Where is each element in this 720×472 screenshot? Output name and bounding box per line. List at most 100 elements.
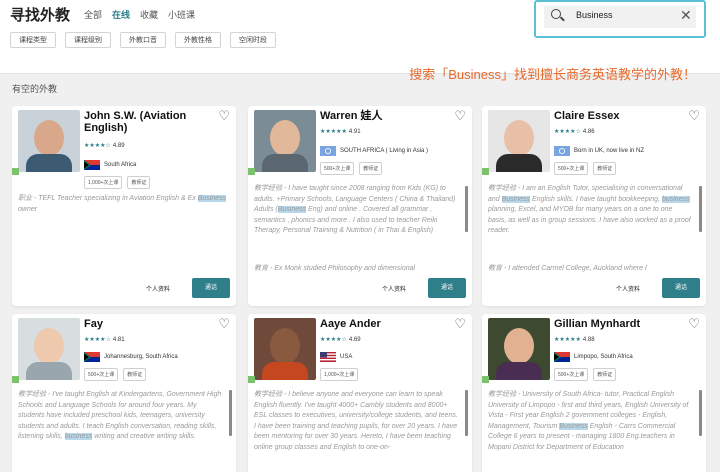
star-icons: ★★★★☆	[554, 129, 581, 135]
teacher-bio: 教学经验 - I am an English Tutor, specialisi…	[488, 185, 691, 234]
teacher-card[interactable]: Claire Essex ♡ ★★★★☆ 4.86 Born in UK, now…	[482, 106, 706, 306]
teacher-bio: 教学经验 - I've taught English at Kindergart…	[18, 391, 222, 440]
bio-scrollbar[interactable]	[699, 186, 702, 232]
teacher-country: Johannesburg, South Africa	[104, 354, 178, 360]
star-icons: ★★★★☆	[84, 143, 111, 149]
usa-flag-icon	[320, 352, 336, 362]
star-icons: ★★★★★	[320, 129, 347, 135]
rating-value: 4.81	[112, 337, 125, 343]
lessons-badge: 500+次上课	[554, 162, 589, 175]
filter-course-type[interactable]: 课程类型	[10, 32, 56, 48]
search-panel: Business ✕	[534, 0, 706, 38]
rating: ★★★★☆ 4.81	[84, 336, 125, 343]
profile-link[interactable]: 个人资料	[382, 284, 406, 293]
profile-link[interactable]: 个人资料	[146, 284, 170, 293]
avatar	[18, 318, 80, 380]
rating-value: 4.88	[582, 337, 595, 343]
avatar	[488, 318, 550, 380]
teacher-name[interactable]: Warren 娃人	[320, 110, 438, 122]
un-flag-icon	[320, 146, 336, 156]
teacher-name[interactable]: John S.W. (Aviation English)	[84, 110, 202, 134]
favorite-heart-icon[interactable]: ♡	[454, 108, 466, 124]
bio-scrollbar[interactable]	[229, 390, 232, 436]
teacher-country: Born in UK, now live in NZ	[574, 148, 645, 154]
filter-personality[interactable]: 外教性格	[175, 32, 221, 48]
teacher-education: 教育 - I attended Carmel College, Auckland…	[488, 265, 647, 272]
teacher-card[interactable]: Warren 娃人 ♡ ★★★★★ 4.91 SOUTH AFRICA ( Liv…	[248, 106, 472, 306]
tab-all[interactable]: 全部	[84, 8, 102, 21]
chat-button[interactable]: 通话	[662, 278, 700, 298]
favorite-heart-icon[interactable]: ♡	[218, 316, 230, 332]
avatar	[18, 110, 80, 172]
teacher-card[interactable]: Aaye Ander ♡ ★★★★☆ 4.69 USA 1,000+次上课 教学经…	[248, 314, 472, 472]
online-indicator	[482, 168, 489, 175]
chat-button[interactable]: 通话	[192, 278, 230, 298]
filter-accent[interactable]: 外教口音	[120, 32, 166, 48]
tab-online[interactable]: 在线	[112, 8, 130, 21]
clear-icon[interactable]: ✕	[680, 7, 692, 24]
badges: 1,000+次上课	[320, 368, 359, 381]
teacher-name[interactable]: Gillian Mynhardt	[554, 318, 672, 330]
un-flag-icon	[554, 146, 570, 156]
filter-availability[interactable]: 空闲时段	[230, 32, 276, 48]
teacher-name[interactable]: Aaye Ander	[320, 318, 438, 330]
filter-course-level[interactable]: 课程级别	[65, 32, 111, 48]
teacher-card[interactable]: Gillian Mynhardt ♡ ★★★★★ 4.88 Limpopo, So…	[482, 314, 706, 472]
badges: 1,000+次上课 教师证	[84, 176, 151, 189]
star-icons: ★★★★★	[554, 337, 581, 343]
teacher-country: SOUTH AFRICA ( Living in Asia )	[340, 148, 429, 154]
teacher-country: USA	[340, 354, 353, 360]
search-query[interactable]: Business	[576, 10, 613, 20]
tab-favorites[interactable]: 收藏	[140, 8, 158, 21]
online-indicator	[248, 376, 255, 383]
chat-button[interactable]: 通话	[428, 278, 466, 298]
online-indicator	[482, 376, 489, 383]
south-africa-flag-icon	[84, 160, 100, 170]
teacher-name[interactable]: Claire Essex	[554, 110, 672, 122]
tab-small-class[interactable]: 小班课	[168, 8, 195, 21]
online-indicator	[12, 376, 19, 383]
bio-scrollbar[interactable]	[465, 186, 468, 232]
badges: 500+次上课 教师证	[554, 368, 617, 381]
teacher-education: 教育 - Ex Monk studied Philosophy and dime…	[254, 265, 416, 272]
south-africa-flag-icon	[554, 352, 570, 362]
rating-value: 4.69	[348, 337, 361, 343]
rating: ★★★★★ 4.88	[554, 336, 595, 343]
favorite-heart-icon[interactable]: ♡	[454, 316, 466, 332]
badges: 500+次上课 教师证	[320, 162, 383, 175]
teacher-bio: 教学经验 - I believe anyone and everyone can…	[254, 391, 458, 451]
profile-link[interactable]: 个人资料	[616, 284, 640, 293]
lessons-badge: 500+次上课	[320, 162, 355, 175]
rating-value: 4.86	[582, 129, 595, 135]
certificate-badge: 教师证	[593, 368, 617, 381]
section-title: 有空的外教	[12, 84, 58, 94]
avatar	[254, 110, 316, 172]
rating: ★★★★☆ 4.89	[84, 142, 125, 149]
favorite-heart-icon[interactable]: ♡	[688, 316, 700, 332]
teacher-name[interactable]: Fay	[84, 318, 202, 330]
avatar	[488, 110, 550, 172]
search-input[interactable]: Business ✕	[544, 6, 696, 28]
lessons-badge: 1,000+次上课	[84, 176, 123, 189]
favorite-heart-icon[interactable]: ♡	[688, 108, 700, 124]
promo-banner: 搜索「Business」找到擅长商务英语教学的外教！	[409, 67, 696, 82]
teacher-card[interactable]: John S.W. (Aviation English) ♡ ★★★★☆ 4.89…	[12, 106, 236, 306]
badges: 500+次上课 教师证	[84, 368, 147, 381]
star-icons: ★★★★☆	[320, 337, 347, 343]
favorite-heart-icon[interactable]: ♡	[218, 108, 230, 124]
lessons-badge: 500+次上课	[84, 368, 119, 381]
filter-bar: 课程类型 课程级别 外教口音 外教性格 空闲时段	[10, 32, 276, 48]
teacher-card[interactable]: Fay ♡ ★★★★☆ 4.81 Johannesburg, South Afri…	[12, 314, 236, 472]
search-icon	[551, 9, 561, 19]
rating: ★★★★☆ 4.69	[320, 336, 361, 343]
certificate-badge: 教师证	[359, 162, 383, 175]
teacher-bio: 教学经验 - I have taught since 2008 ranging …	[254, 185, 456, 234]
online-indicator	[248, 168, 255, 175]
top-bar: 寻找外教 全部 在线 收藏 小班课 Business ✕ 课程类型 课程级别 外…	[0, 0, 720, 74]
bio-scrollbar[interactable]	[699, 390, 702, 436]
teacher-country: South Africa	[104, 162, 137, 168]
avatar	[254, 318, 316, 380]
teacher-country: Limpopo, South Africa	[574, 354, 633, 360]
bio-scrollbar[interactable]	[465, 390, 468, 436]
south-africa-flag-icon	[84, 352, 100, 362]
